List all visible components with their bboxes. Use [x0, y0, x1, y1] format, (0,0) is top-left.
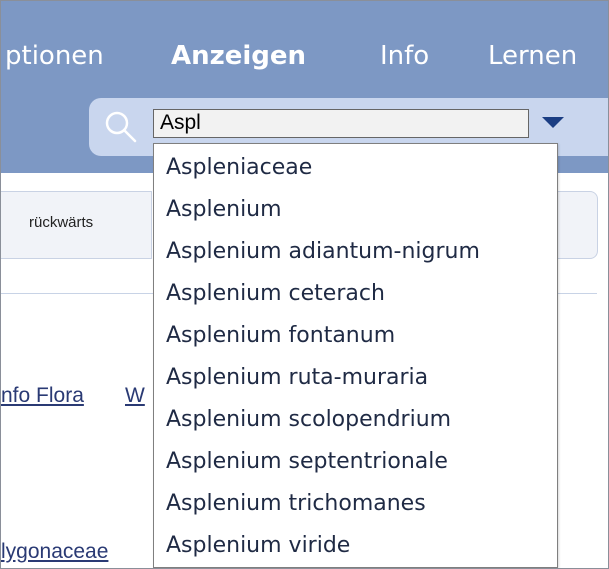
suggestion-item[interactable]: Asplenium fontanum [166, 323, 395, 348]
main-nav: ptionen Anzeigen Info Lernen [1, 41, 608, 81]
suggestion-item[interactable]: Asplenium trichomanes [166, 491, 426, 516]
link-w[interactable]: W [125, 384, 145, 408]
suggestion-item[interactable]: Asplenium ceterach [166, 281, 385, 306]
autocomplete-list: Aspleniaceae Asplenium Asplenium adiantu… [153, 143, 558, 568]
suggestion-item[interactable]: Asplenium viride [166, 533, 350, 558]
search-input[interactable]: Aspl [153, 109, 529, 138]
link-polygonaceae[interactable]: lygonaceae [1, 540, 108, 564]
nav-item-anzeigen[interactable]: Anzeigen [171, 41, 306, 71]
suggestion-item[interactable]: Asplenium scolopendrium [166, 407, 451, 432]
link-info-flora[interactable]: nfo Flora [1, 384, 84, 408]
suggestion-item[interactable]: Asplenium ruta-muraria [166, 365, 428, 390]
suggestion-item[interactable]: Asplenium [166, 197, 282, 222]
nav-item-optionen[interactable]: ptionen [5, 41, 104, 71]
search-icon[interactable] [103, 109, 139, 145]
app-window: ptionen Anzeigen Info Lernen Aspl rückwä… [0, 0, 609, 569]
suggestion-item[interactable]: Asplenium adiantum-nigrum [166, 239, 480, 264]
nav-item-lernen[interactable]: Lernen [488, 41, 577, 71]
back-button-label: rückwärts [29, 214, 94, 231]
chevron-down-icon[interactable] [542, 117, 564, 128]
suggestion-item[interactable]: Aspleniaceae [166, 155, 312, 180]
suggestion-item[interactable]: Asplenium septentrionale [166, 449, 448, 474]
toolbar-right-button[interactable] [557, 191, 598, 259]
nav-item-info[interactable]: Info [380, 41, 429, 71]
